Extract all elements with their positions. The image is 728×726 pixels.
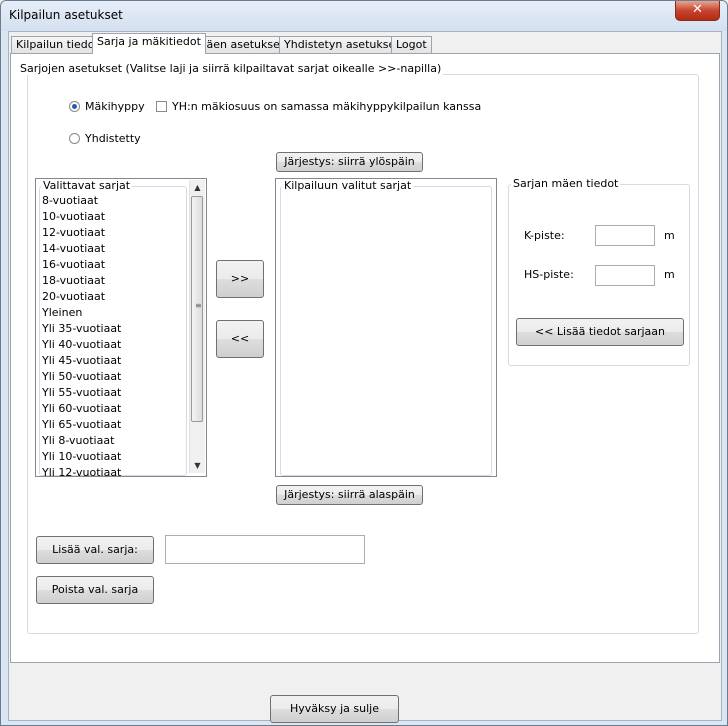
available-series-label: Valittavat sarjat xyxy=(41,179,133,192)
yh-hill-checkbox[interactable] xyxy=(156,101,167,112)
order-down-button[interactable]: Järjestys: siirrä alaspäin xyxy=(276,485,423,505)
scroll-down-arrow-icon[interactable]: ▼ xyxy=(190,458,205,473)
tab-panel: Sarjojen asetukset (Valitse laji ja siir… xyxy=(10,53,720,663)
grip-icon: ≡ xyxy=(195,301,202,310)
dialog-window: Kilpailun asetukset ✕ Kilpailun tiedot S… xyxy=(0,0,728,726)
list-item[interactable]: Yli 35-vuotiaat xyxy=(42,322,121,335)
move-right-button[interactable]: >> xyxy=(216,260,264,298)
tab-kilpailun-tiedot[interactable]: Kilpailun tiedot xyxy=(11,36,104,53)
k-point-unit: m xyxy=(664,229,675,242)
k-point-label: K-piste: xyxy=(524,229,565,242)
tab-yhdistetyn-asetukset[interactable]: Yhdistetyn asetukset xyxy=(279,36,405,53)
add-series-input[interactable] xyxy=(165,535,365,564)
yh-hill-checkbox-label: YH:n mäkiosuus on samassa mäkihyppykilpa… xyxy=(172,100,482,113)
radio-yhdistetty[interactable] xyxy=(69,133,80,144)
list-item[interactable]: Yli 40-vuotiaat xyxy=(42,338,121,351)
move-left-button[interactable]: << xyxy=(216,320,264,358)
dialog-body: Kilpailun tiedot Sarja ja mäkitiedot Mäe… xyxy=(8,31,722,723)
add-hill-info-button[interactable]: << Lisää tiedot sarjaan xyxy=(516,318,684,346)
selected-series-list[interactable]: Kilpailuun valitut sarjat xyxy=(275,178,497,477)
order-up-button[interactable]: Järjestys: siirrä ylöspäin xyxy=(276,152,423,172)
add-series-button[interactable]: Lisää val. sarja: xyxy=(36,536,154,564)
remove-series-button[interactable]: Poista val. sarja xyxy=(36,576,154,604)
list-item[interactable]: 14-vuotiaat xyxy=(42,242,105,255)
radio-makihyppy-label: Mäkihyppy xyxy=(85,100,145,113)
list-item[interactable]: Yli 12-vuotiaat xyxy=(42,466,121,476)
list-item[interactable]: Yli 10-vuotiaat xyxy=(42,450,121,463)
list-item[interactable]: Yli 60-vuotiaat xyxy=(42,402,121,415)
list-item[interactable]: Yli 50-vuotiaat xyxy=(42,370,121,383)
close-button[interactable]: ✕ xyxy=(675,1,720,21)
scroll-up-arrow-icon[interactable]: ▲ xyxy=(190,180,205,195)
selected-series-frame xyxy=(280,186,492,476)
window-title: Kilpailun asetukset xyxy=(9,8,123,22)
list-scrollbar[interactable]: ▲ ≡ ▼ xyxy=(189,180,205,473)
hill-info-label: Sarjan mäen tiedot xyxy=(511,177,621,190)
tab-logot[interactable]: Logot xyxy=(391,36,432,53)
hs-point-input[interactable] xyxy=(595,265,655,286)
selected-series-label: Kilpailuun valitut sarjat xyxy=(282,179,414,192)
k-point-input[interactable] xyxy=(595,225,655,246)
radio-makihyppy[interactable] xyxy=(69,101,80,112)
close-icon: ✕ xyxy=(692,2,703,17)
list-item[interactable]: Yli 8-vuotiaat xyxy=(42,434,114,447)
list-item[interactable]: Yli 65-vuotiaat xyxy=(42,418,121,431)
tab-sarja-ja-makitiedot[interactable]: Sarja ja mäkitiedot xyxy=(92,33,206,54)
list-item[interactable]: Yleinen xyxy=(42,306,82,319)
radio-yhdistetty-label: Yhdistetty xyxy=(85,132,141,145)
title-bar: Kilpailun asetukset ✕ xyxy=(1,1,727,31)
list-item[interactable]: 8-vuotiaat xyxy=(42,194,98,207)
hs-point-unit: m xyxy=(664,268,675,281)
available-series-list[interactable]: Valittavat sarjat 8-vuotiaat 10-vuotiaat 1… xyxy=(35,178,207,477)
series-settings-label: Sarjojen asetukset (Valitse laji ja siir… xyxy=(18,62,444,75)
hs-point-label: HS-piste: xyxy=(524,268,574,281)
list-item[interactable]: 18-vuotiaat xyxy=(42,274,105,287)
confirm-close-button[interactable]: Hyväksy ja sulje xyxy=(270,695,399,723)
list-item[interactable]: Yli 45-vuotiaat xyxy=(42,354,121,367)
tab-maen-asetukset[interactable]: Mäen asetukset xyxy=(192,36,290,53)
list-item[interactable]: Yli 55-vuotiaat xyxy=(42,386,121,399)
list-item[interactable]: 16-vuotiaat xyxy=(42,258,105,271)
list-item[interactable]: 12-vuotiaat xyxy=(42,226,105,239)
list-item[interactable]: 10-vuotiaat xyxy=(42,210,105,223)
list-item[interactable]: 20-vuotiaat xyxy=(42,290,105,303)
scrollbar-thumb[interactable]: ≡ xyxy=(191,196,203,422)
